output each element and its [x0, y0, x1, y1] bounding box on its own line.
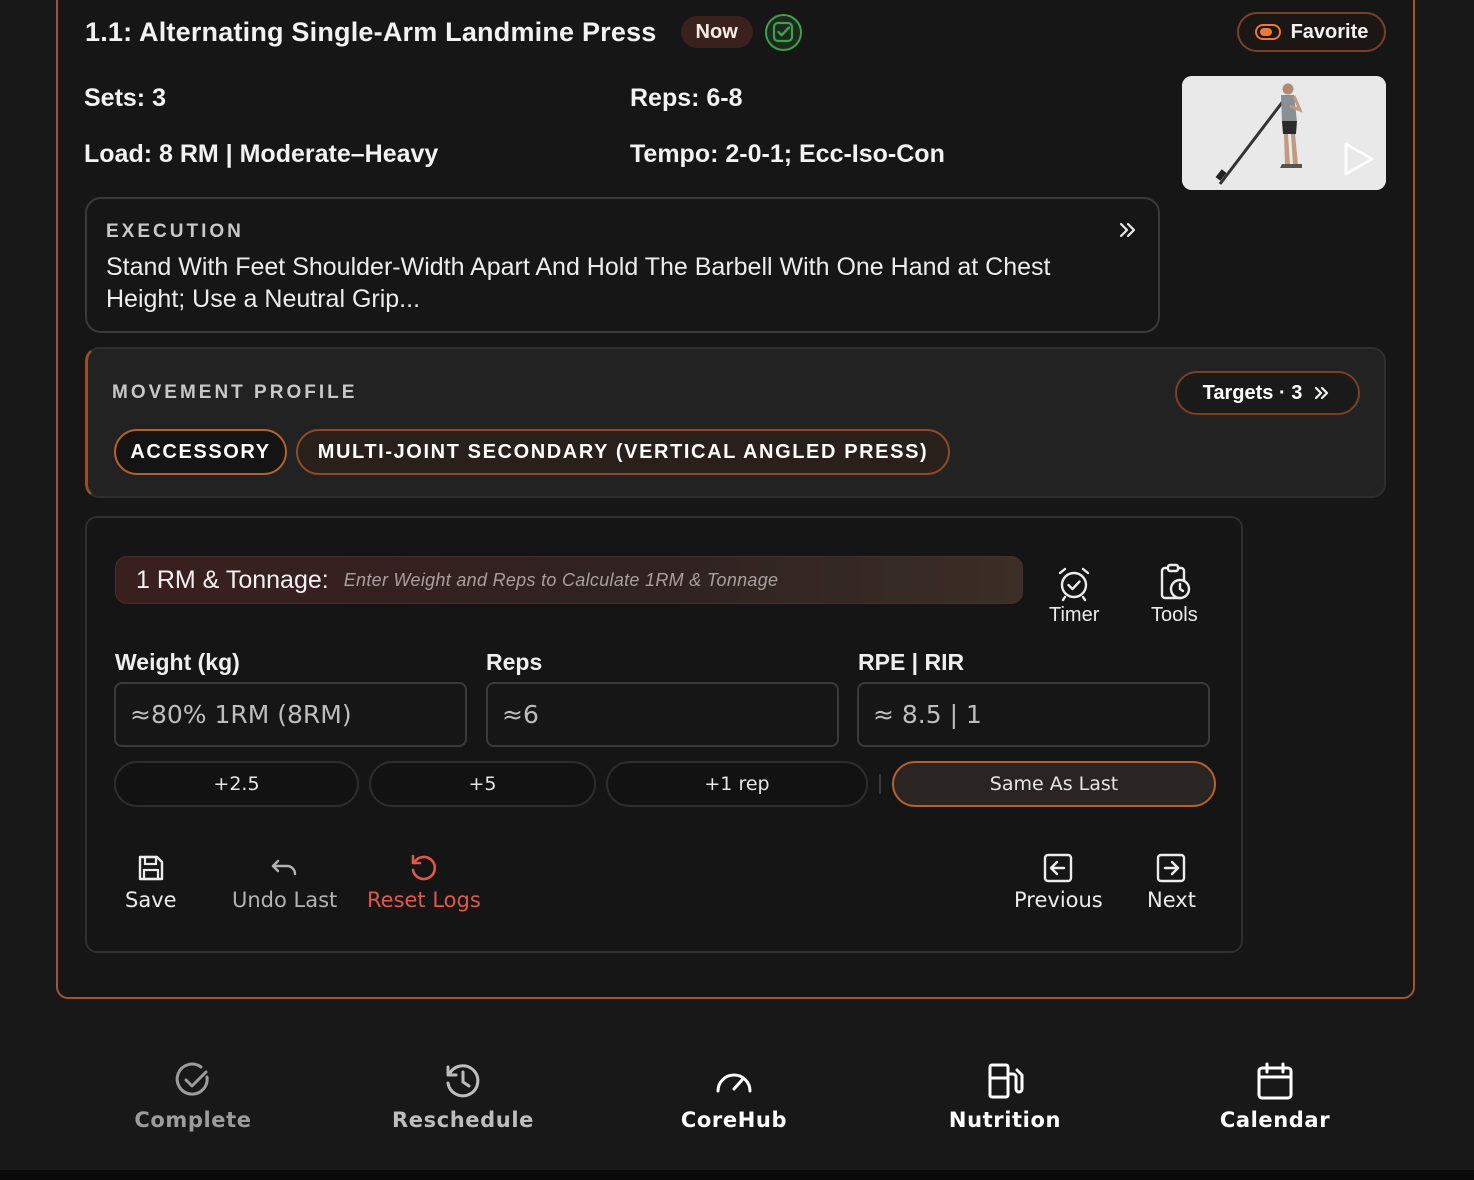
calendar-icon [1257, 1062, 1293, 1100]
nav-complete[interactable]: Complete [93, 1060, 293, 1132]
load-value: Load: 8 RM | Moderate–Heavy [84, 140, 439, 168]
movement-profile-panel: MOVEMENT PROFILE Targets · 3 ACCESSORY M… [85, 347, 1386, 498]
timer-button[interactable]: Timer [1049, 564, 1099, 627]
add-5-button[interactable]: +5 [369, 761, 596, 807]
history-icon [446, 1064, 480, 1098]
sets-value: Sets: 3 [84, 84, 166, 112]
nav-nutrition-label: Nutrition [948, 1108, 1062, 1132]
reps-value: Reps: 6-8 [630, 84, 743, 112]
targets-label: Targets · 3 [1202, 381, 1303, 404]
bottom-nav: Complete Reschedule CoreHub Nutrition Ca… [0, 1060, 1474, 1170]
undo-label: Undo Last [232, 888, 338, 912]
undo-icon [271, 859, 296, 876]
undo-last-button[interactable]: Undo Last [232, 852, 337, 912]
nav-corehub[interactable]: CoreHub [634, 1060, 834, 1132]
nav-calendar[interactable]: Calendar [1175, 1060, 1375, 1132]
tempo-value: Tempo: 2-0-1; Ecc-Iso-Con [630, 140, 945, 168]
movement-profile-heading: MOVEMENT PROFILE [112, 382, 358, 403]
favorite-button[interactable]: Favorite [1237, 12, 1386, 52]
nav-reschedule[interactable]: Reschedule [363, 1060, 563, 1132]
nav-calendar-label: Calendar [1219, 1108, 1331, 1132]
same-as-last-button[interactable]: Same As Last [892, 761, 1216, 807]
rm-tonnage-label: 1 RM & Tonnage: [136, 565, 329, 594]
alarm-clock-icon [1058, 567, 1090, 602]
bottom-edge [0, 1170, 1474, 1180]
set-logger-panel: 1 RM & Tonnage: Enter Weight and Reps to… [85, 516, 1243, 953]
toggle-icon [1254, 24, 1281, 40]
weight-label: Weight (kg) [115, 649, 240, 675]
reset-icon [411, 854, 436, 881]
previous-label: Previous [1014, 888, 1103, 912]
save-label: Save [125, 888, 177, 912]
add-2-5-button[interactable]: +2.5 [114, 761, 359, 807]
execution-heading: EXECUTION [106, 221, 244, 242]
timer-label: Timer [1049, 604, 1100, 626]
execution-text: Stand With Feet Shoulder-Width Apart And… [106, 253, 1051, 313]
category-chip[interactable]: ACCESSORY [114, 429, 287, 475]
reps-label: Reps [486, 649, 543, 675]
weight-input[interactable]: ≈80% 1RM (8RM) [114, 682, 467, 747]
nav-complete-label: Complete [134, 1108, 252, 1132]
save-icon [138, 855, 163, 881]
nav-corehub-label: CoreHub [680, 1108, 788, 1132]
rpe-rir-label: RPE | RIR [858, 649, 965, 675]
tools-button[interactable]: Tools [1151, 562, 1198, 627]
next-button[interactable]: Next [1147, 852, 1196, 912]
gauge-icon [716, 1073, 752, 1093]
save-button[interactable]: Save [125, 852, 177, 912]
nav-nutrition[interactable]: Nutrition [905, 1060, 1105, 1132]
exercise-video-thumbnail[interactable] [1182, 76, 1386, 190]
arrow-right-box-icon [1157, 853, 1186, 883]
rpe-rir-input[interactable]: ≈ 8.5 | 1 [857, 682, 1210, 747]
clipboard-clock-icon [1161, 563, 1191, 600]
check-circle-icon [175, 1062, 209, 1096]
arrow-left-box-icon [1044, 853, 1073, 883]
add-rep-button[interactable]: +1 rep [606, 761, 868, 807]
targets-button[interactable]: Targets · 3 [1175, 371, 1360, 415]
pattern-chip[interactable]: MULTI-JOINT SECONDARY (VERTICAL ANGLED P… [296, 429, 950, 475]
reps-input[interactable]: ≈6 [486, 682, 839, 747]
now-badge: Now [680, 16, 753, 48]
chevrons-right-icon [1315, 386, 1329, 400]
chevrons-right-icon[interactable] [1117, 219, 1139, 246]
previous-button[interactable]: Previous [1014, 852, 1103, 912]
reset-logs-button[interactable]: Reset Logs [367, 852, 481, 912]
fuel-icon [988, 1063, 1024, 1099]
rm-tonnage-hint: Enter Weight and Reps to Calculate 1RM &… [343, 569, 779, 590]
favorite-label: Favorite [1290, 20, 1369, 43]
execution-panel[interactable]: EXECUTION Stand With Feet Shoulder-Width… [85, 197, 1160, 333]
rm-tonnage-bar: 1 RM & Tonnage: Enter Weight and Reps to… [115, 556, 1023, 604]
completed-check-icon[interactable] [764, 13, 802, 51]
exercise-title: 1.1: Alternating Single-Arm Landmine Pre… [85, 16, 657, 47]
exercise-header: 1.1: Alternating Single-Arm Landmine Pre… [85, 12, 802, 52]
nav-reschedule-label: Reschedule [392, 1108, 534, 1132]
reset-label: Reset Logs [367, 888, 481, 912]
divider [879, 774, 881, 794]
next-label: Next [1147, 888, 1196, 912]
tools-label: Tools [1151, 604, 1198, 626]
